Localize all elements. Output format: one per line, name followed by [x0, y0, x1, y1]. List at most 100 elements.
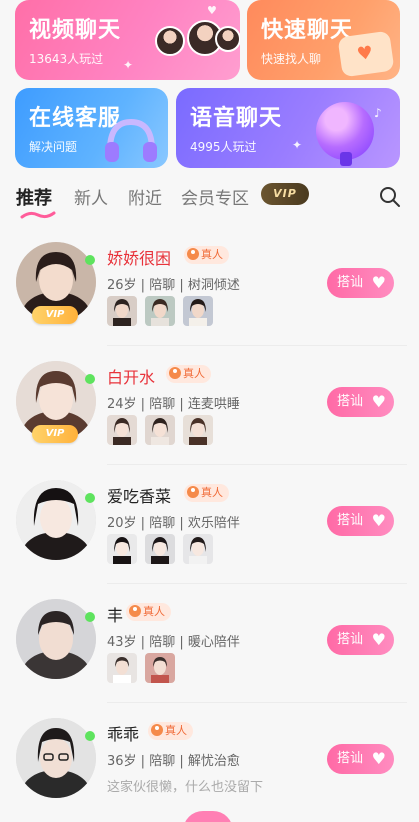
- photo-thumbnail[interactable]: [145, 653, 175, 683]
- person-icon: [129, 605, 141, 617]
- photo-thumbnail[interactable]: [107, 296, 137, 326]
- photo-thumbnail[interactable]: [145, 534, 175, 564]
- user-info: 20岁 | 陪聊 | 欢乐陪伴: [107, 516, 240, 531]
- real-person-badge: 真人: [184, 484, 229, 502]
- user-role: 陪聊: [149, 278, 176, 293]
- user-age: 20岁: [107, 516, 137, 531]
- greet-label: 搭讪: [337, 632, 364, 647]
- sparkle-icon: ✦: [292, 138, 303, 152]
- message-heart-icon: [337, 30, 395, 78]
- customer-service-subtitle: 解决问题: [29, 140, 78, 154]
- person-icon: [169, 367, 181, 379]
- user-signature: 这家伙很懒，什么也没留下: [107, 780, 264, 795]
- list-item[interactable]: 乖乖 真人 36岁 | 陪聊 | 解忧治愈 这家伙很懒，什么也没留下 搭讪 ♥: [0, 704, 419, 822]
- real-label: 真人: [201, 486, 223, 499]
- real-label: 真人: [165, 724, 187, 737]
- video-chat-subtitle: 13643人玩过: [29, 52, 104, 66]
- active-tab-indicator: [20, 211, 56, 219]
- user-info: 26岁 | 陪聊 | 树洞倾述: [107, 278, 240, 293]
- real-person-badge: 真人: [166, 365, 211, 383]
- greet-button[interactable]: 搭讪 ♥: [327, 387, 394, 417]
- list-item[interactable]: VIP 白开水 真人 24岁 | 陪聊 | 连麦哄睡 搭讪 ♥: [0, 347, 419, 465]
- music-note-icon: ♪: [374, 106, 382, 120]
- headset-icon: [105, 118, 157, 162]
- heart-icon: ♥: [371, 749, 386, 768]
- microphone-stand: [340, 152, 352, 166]
- online-indicator: [85, 612, 95, 622]
- user-age: 43岁: [107, 635, 137, 650]
- user-age: 36岁: [107, 754, 137, 769]
- user-name: 丰: [107, 606, 124, 625]
- avatar-mini: [215, 26, 240, 52]
- photo-thumbnail[interactable]: [145, 296, 175, 326]
- user-tag: 解忧治愈: [187, 754, 240, 769]
- user-role: 陪聊: [149, 397, 176, 412]
- greet-button[interactable]: 搭讪 ♥: [327, 625, 394, 655]
- user-role: 陪聊: [149, 635, 176, 650]
- user-name: 乖乖: [107, 725, 140, 744]
- online-indicator: [85, 731, 95, 741]
- online-indicator: [85, 493, 95, 503]
- list-item[interactable]: 爱吃香菜 真人 20岁 | 陪聊 | 欢乐陪伴 搭讪 ♥: [0, 466, 419, 584]
- greet-label: 搭讪: [337, 394, 364, 409]
- user-name: 娇娇很困: [107, 249, 172, 268]
- vip-badge: VIP: [261, 183, 309, 205]
- real-person-badge: 真人: [184, 246, 229, 264]
- photo-thumbnail[interactable]: [183, 296, 213, 326]
- user-tag: 欢乐陪伴: [187, 516, 240, 531]
- user-age: 24岁: [107, 397, 137, 412]
- photo-thumbnail[interactable]: [183, 415, 213, 445]
- online-indicator: [85, 374, 95, 384]
- photo-thumbnail[interactable]: [107, 653, 137, 683]
- divider: [107, 702, 407, 703]
- video-chat-card[interactable]: 视频聊天 13643人玩过 ✦ ♥: [15, 0, 240, 80]
- greet-button[interactable]: 搭讪 ♥: [327, 506, 394, 536]
- tab-recommend[interactable]: 推荐: [16, 184, 52, 210]
- real-label: 真人: [201, 248, 223, 261]
- real-label: 真人: [143, 605, 165, 618]
- real-person-badge: 真人: [126, 603, 171, 621]
- avatar[interactable]: [16, 599, 96, 679]
- customer-service-card[interactable]: 在线客服 解决问题: [15, 88, 168, 168]
- tab-vip-zone[interactable]: 会员专区: [181, 184, 249, 209]
- user-tag: 树洞倾述: [187, 278, 240, 293]
- voice-chat-subtitle: 4995人玩过: [190, 140, 257, 154]
- divider: [107, 464, 407, 465]
- divider: [107, 345, 407, 346]
- video-chat-title: 视频聊天: [29, 18, 122, 43]
- quick-chat-subtitle: 快速找人聊: [261, 52, 322, 66]
- user-info: 43岁 | 陪聊 | 暖心陪伴: [107, 635, 240, 650]
- tab-nearby[interactable]: 附近: [128, 184, 162, 209]
- user-age: 26岁: [107, 278, 137, 293]
- avatar[interactable]: [16, 718, 96, 798]
- photo-thumbnail[interactable]: [107, 415, 137, 445]
- quick-chat-card[interactable]: 快速聊天 快速找人聊: [247, 0, 400, 80]
- heart-icon: ♥: [371, 392, 386, 411]
- user-name: 白开水: [107, 368, 156, 387]
- search-icon[interactable]: [378, 185, 402, 209]
- greet-label: 搭讪: [337, 513, 364, 528]
- avatar-mini: [155, 26, 185, 56]
- list-item[interactable]: VIP 娇娇很困 真人 26岁 | 陪聊 | 树洞倾述 搭讪 ♥: [0, 228, 419, 346]
- user-role: 陪聊: [149, 754, 176, 769]
- voice-chat-card[interactable]: 语音聊天 4995人玩过 ✦ ♪: [176, 88, 400, 168]
- heart-icon: ♥: [371, 511, 386, 530]
- avatar[interactable]: [16, 480, 96, 560]
- person-icon: [187, 486, 199, 498]
- heart-icon: ♥: [371, 630, 386, 649]
- photo-thumbnail[interactable]: [145, 415, 175, 445]
- person-icon: [151, 724, 163, 736]
- photo-thumbnail[interactable]: [183, 534, 213, 564]
- user-info: 24岁 | 陪聊 | 连麦哄睡: [107, 397, 240, 412]
- photo-thumbnail[interactable]: [107, 534, 137, 564]
- category-tabs: 推荐 新人 附近 会员专区 VIP: [16, 180, 406, 220]
- greet-button[interactable]: 搭讪 ♥: [327, 268, 394, 298]
- list-item[interactable]: 丰 真人 43岁 | 陪聊 | 暖心陪伴 搭讪 ♥: [0, 585, 419, 703]
- person-icon: [187, 248, 199, 260]
- user-tag: 连麦哄睡: [187, 397, 240, 412]
- user-tag: 暖心陪伴: [187, 635, 240, 650]
- quick-chat-title: 快速聊天: [261, 18, 354, 43]
- tab-new[interactable]: 新人: [74, 184, 108, 209]
- sparkle-icon: ✦: [123, 58, 134, 72]
- greet-button[interactable]: 搭讪 ♥: [327, 744, 394, 774]
